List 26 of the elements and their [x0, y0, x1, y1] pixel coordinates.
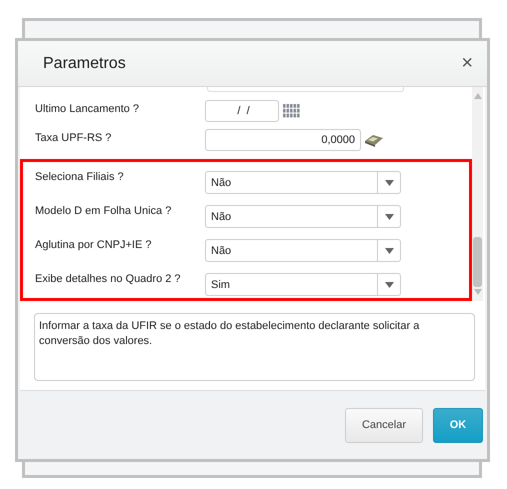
- dialog-title: Parametros: [43, 54, 126, 72]
- number-field[interactable]: 0,0000: [205, 129, 361, 152]
- caret-icon: [384, 214, 394, 220]
- caret-icon: [384, 180, 394, 186]
- field-label: Modelo D em Folha Unica ?: [35, 204, 172, 217]
- field-label: Aglutina por CNPJ+IE ?: [35, 238, 152, 251]
- cancel-button[interactable]: Cancelar: [345, 408, 423, 442]
- field-label: Ultimo Lancamento ?: [35, 102, 140, 114]
- date-field[interactable]: / /: [205, 100, 279, 122]
- dropdown[interactable]: Não: [205, 171, 401, 194]
- caret-icon: [384, 248, 394, 254]
- scroll-down-icon[interactable]: [474, 289, 482, 295]
- scroll-thumb[interactable]: [473, 237, 482, 287]
- scroll-up-icon[interactable]: [474, 93, 482, 99]
- help-text: Informar a taxa da UFIR se o estado do estabelecimento declarante solicitar a conversão dos valores.: [34, 313, 475, 381]
- caret-icon: [384, 282, 394, 288]
- dropdown[interactable]: Sim: [205, 273, 401, 296]
- close-button[interactable]: ×: [457, 52, 477, 75]
- dropdown[interactable]: Não: [205, 205, 401, 228]
- calculator-icon[interactable]: [364, 133, 384, 148]
- dropdown[interactable]: Não: [205, 239, 401, 262]
- field-label: Seleciona Filiais ?: [35, 170, 125, 183]
- field-label: Exibe detalhes no Quadro 2 ?: [35, 272, 182, 285]
- field-label: Taxa UPF-RS ?: [35, 131, 112, 144]
- scrollbar[interactable]: [472, 87, 483, 301]
- calendar-icon[interactable]: [283, 104, 300, 118]
